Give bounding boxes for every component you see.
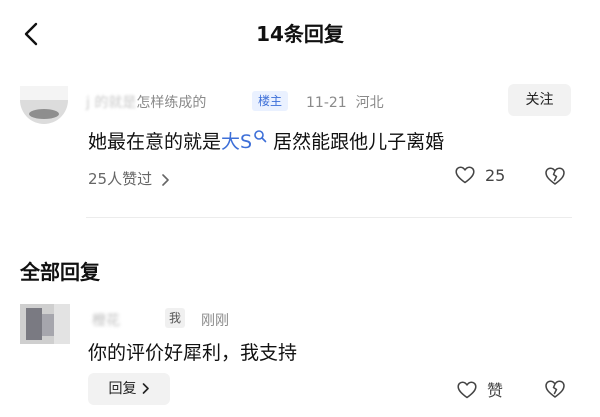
- divider: [86, 217, 572, 218]
- follow-button[interactable]: 关注: [508, 84, 571, 116]
- comment-location: 河北: [355, 95, 384, 111]
- search-icon: [254, 130, 267, 143]
- reply-text: 你的评价好犀利，我支持: [88, 342, 298, 364]
- like-button[interactable]: 赞: [457, 377, 503, 401]
- heart-icon: [455, 166, 475, 184]
- comment-date: 11-21: [306, 95, 347, 111]
- section-title: 全部回复: [20, 260, 100, 284]
- op-badge: 楼主: [252, 91, 289, 111]
- username[interactable]: j 的就是怎样练成的: [86, 92, 206, 112]
- reply-time: 刚刚: [201, 313, 229, 329]
- like-button[interactable]: 25: [455, 166, 505, 185]
- comment-text-after: 居然能跟他儿子离婚: [273, 131, 445, 153]
- comment-text-before: 她最在意的就是: [88, 131, 222, 153]
- broken-heart-icon[interactable]: [544, 378, 566, 400]
- likers-link[interactable]: 25人赞过: [88, 168, 170, 189]
- comment-meta: 11-21 河北: [306, 92, 384, 112]
- likers-text: 25人赞过: [88, 170, 153, 188]
- username[interactable]: 橙花: [92, 310, 120, 330]
- username-blurred: 橙花: [92, 313, 120, 329]
- search-link[interactable]: 大S: [221, 130, 273, 153]
- username-blurred: j 的就是: [86, 95, 137, 111]
- broken-heart-icon[interactable]: [544, 165, 566, 187]
- comment-text: 她最在意的就是大S 居然能跟他儿子离婚: [88, 127, 444, 154]
- self-tag: 我: [165, 308, 185, 328]
- search-link-text: 大S: [221, 131, 253, 153]
- avatar[interactable]: [20, 304, 70, 344]
- chevron-right-icon: [142, 383, 149, 394]
- reply-button-label: 回复: [108, 381, 137, 397]
- chevron-right-icon: [162, 173, 169, 186]
- heart-icon: [457, 381, 477, 399]
- reply-button[interactable]: 回复: [88, 373, 170, 405]
- username-text: 怎样练成的: [136, 95, 207, 111]
- like-label: 赞: [487, 381, 504, 400]
- avatar[interactable]: [20, 86, 68, 124]
- like-count: 25: [485, 166, 506, 185]
- page-title: 14条回复: [256, 22, 344, 46]
